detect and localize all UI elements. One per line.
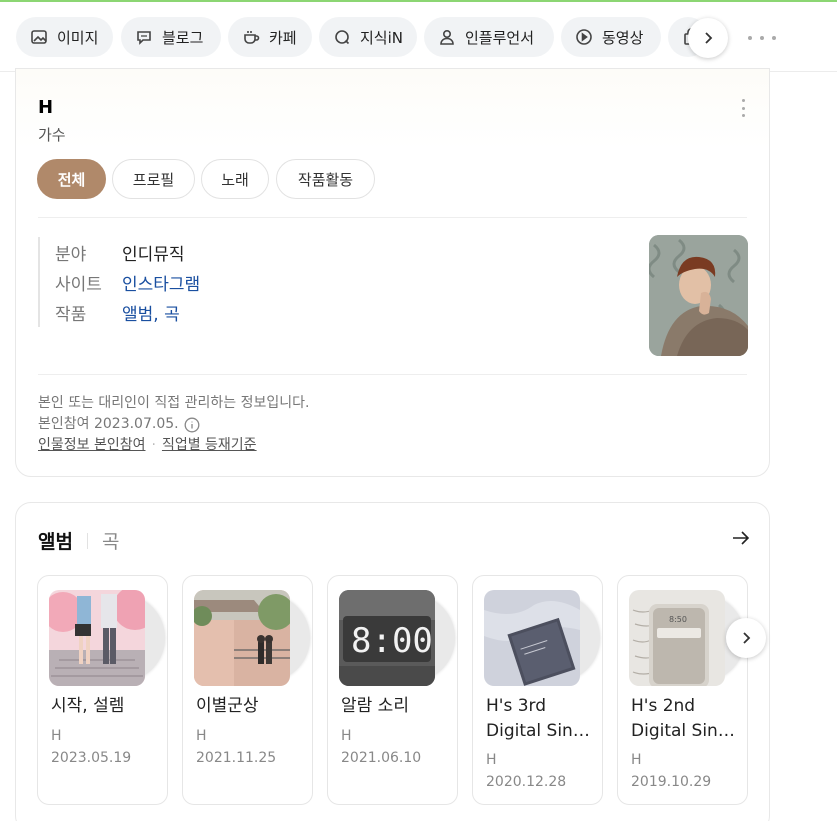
self-participation-link[interactable]: 인물정보 본인참여 — [38, 435, 146, 456]
instagram-link[interactable]: 인스타그램 — [122, 270, 200, 295]
notice-participation-date: 본인참여 2023.07.05. — [38, 416, 179, 432]
separator-dot: · — [151, 437, 156, 453]
info-value: 인디뮤직 — [122, 244, 185, 265]
album-item[interactable]: 이별군상 H 2021.11.25 — [182, 575, 313, 805]
info-key: 작품 — [55, 304, 87, 325]
album-artist: H — [341, 728, 352, 744]
profile-notice: 본인 또는 대리인이 직접 관리하는 정보입니다. 본인참여 2023.07.0… — [38, 393, 309, 456]
album-title: 시작, 설렘 — [51, 696, 125, 716]
tab-kin[interactable]: 지식iN — [319, 17, 417, 57]
tab-label: 인플루언서 — [465, 28, 535, 47]
more-menu-button[interactable] — [748, 27, 776, 49]
profile-tab-works[interactable]: 작품활동 — [276, 159, 375, 199]
dot-icon — [760, 36, 764, 40]
album-release-date: 2019.10.29 — [631, 774, 712, 790]
info-circle-icon[interactable] — [184, 417, 200, 433]
tab-label: 블로그 — [162, 28, 204, 47]
album-section-tabs: 앨범 곡 — [38, 527, 119, 554]
albums-scroll-next-button[interactable] — [726, 618, 766, 658]
album-title: H's 3rd Digital Sing... — [486, 696, 596, 741]
album-cover — [484, 590, 580, 686]
tab-albums[interactable]: 앨범 — [38, 527, 73, 554]
svg-text:8:00: 8:00 — [351, 621, 433, 661]
svg-text:8:50: 8:50 — [669, 615, 687, 624]
divider — [38, 217, 747, 218]
album-artist: H — [486, 752, 497, 768]
album-item[interactable]: 8:00 알람 소리 H 2021.06.10 — [327, 575, 458, 805]
profile-info-list: 분야 인디뮤직 사이트 인스타그램 작품 앨범, 곡 — [38, 237, 200, 327]
album-cover: 8:50 — [629, 590, 725, 686]
tabs-scroll-next-button[interactable] — [688, 18, 728, 58]
tab-label: 이미지 — [57, 28, 99, 47]
person-occupation: 가수 — [38, 126, 66, 144]
tab-video[interactable]: 동영상 — [561, 17, 661, 57]
info-row-genre: 분야 인디뮤직 — [55, 237, 200, 267]
album-item[interactable]: H's 3rd Digital Sing... H 2020.12.28 — [472, 575, 603, 805]
info-key: 사이트 — [55, 274, 102, 295]
profile-tab-all[interactable]: 전체 — [37, 159, 106, 199]
album-more-button[interactable] — [730, 527, 752, 549]
album-artist: H — [196, 728, 207, 744]
tab-label: 카페 — [269, 28, 297, 47]
chevron-right-icon — [700, 30, 716, 46]
search-tab-bar: 이미지 블로그 카페 지식iN 인플루언서 동영상 — [0, 2, 837, 72]
album-item[interactable]: 8:50 H's 2nd Digital Sing... H 2019.10.2… — [617, 575, 748, 805]
info-row-site: 사이트 인스타그램 — [55, 267, 200, 297]
album-release-date: 2020.12.28 — [486, 774, 567, 790]
divider — [38, 374, 747, 375]
profile-tab-songs[interactable]: 노래 — [201, 159, 269, 199]
profile-more-button[interactable] — [740, 99, 746, 117]
album-section-card: 앨범 곡 시작, 설렘 H 2023.05.19 이별군상 H 2021.11.… — [15, 502, 770, 821]
dot-icon — [741, 114, 745, 117]
profile-tab-profile[interactable]: 프로필 — [112, 159, 195, 199]
album-item[interactable]: 시작, 설렘 H 2023.05.19 — [37, 575, 168, 805]
album-cover — [49, 590, 145, 686]
arrow-right-icon — [730, 531, 752, 553]
album-cover — [194, 590, 290, 686]
notice-managed: 본인 또는 대리인이 직접 관리하는 정보입니다. — [38, 395, 310, 411]
album-title: 알람 소리 — [341, 696, 409, 716]
info-row-works: 작품 앨범, 곡 — [55, 297, 200, 327]
tab-divider — [86, 532, 88, 549]
dot-icon — [772, 36, 776, 40]
image-icon — [29, 27, 49, 47]
dot-icon — [741, 99, 745, 102]
video-icon — [574, 27, 594, 47]
influencer-icon — [437, 27, 457, 47]
tab-blog[interactable]: 블로그 — [121, 17, 221, 57]
album-title: 이별군상 — [196, 696, 259, 716]
dot-icon — [741, 106, 745, 110]
tab-songs[interactable]: 곡 — [102, 527, 119, 554]
tab-label: 동영상 — [602, 28, 644, 47]
album-title: H's 2nd Digital Sing... — [631, 696, 741, 741]
chevron-right-icon — [738, 630, 754, 646]
tab-image[interactable]: 이미지 — [16, 17, 113, 57]
info-key: 분야 — [55, 244, 87, 265]
kin-icon — [332, 27, 352, 47]
album-artist: H — [631, 752, 642, 768]
tab-label: 지식iN — [360, 28, 403, 47]
tab-cafe[interactable]: 카페 — [228, 17, 312, 57]
album-artist: H — [51, 728, 62, 744]
blog-icon — [134, 27, 154, 47]
album-cover: 8:00 — [339, 590, 435, 686]
works-link[interactable]: 앨범, 곡 — [122, 300, 180, 325]
album-release-date: 2021.11.25 — [196, 750, 277, 766]
profile-photo[interactable] — [649, 235, 748, 356]
album-release-date: 2023.05.19 — [51, 750, 132, 766]
tab-influencer[interactable]: 인플루언서 — [424, 17, 554, 57]
listing-criteria-link[interactable]: 직업별 등재기준 — [162, 435, 257, 456]
person-name: H — [38, 97, 54, 118]
cafe-icon — [241, 27, 261, 47]
person-profile-card: H 가수 전체 프로필 노래 작품활동 분야 인디뮤직 사이트 인스타그램 작품… — [15, 68, 770, 477]
album-release-date: 2021.06.10 — [341, 750, 422, 766]
dot-icon — [748, 36, 752, 40]
